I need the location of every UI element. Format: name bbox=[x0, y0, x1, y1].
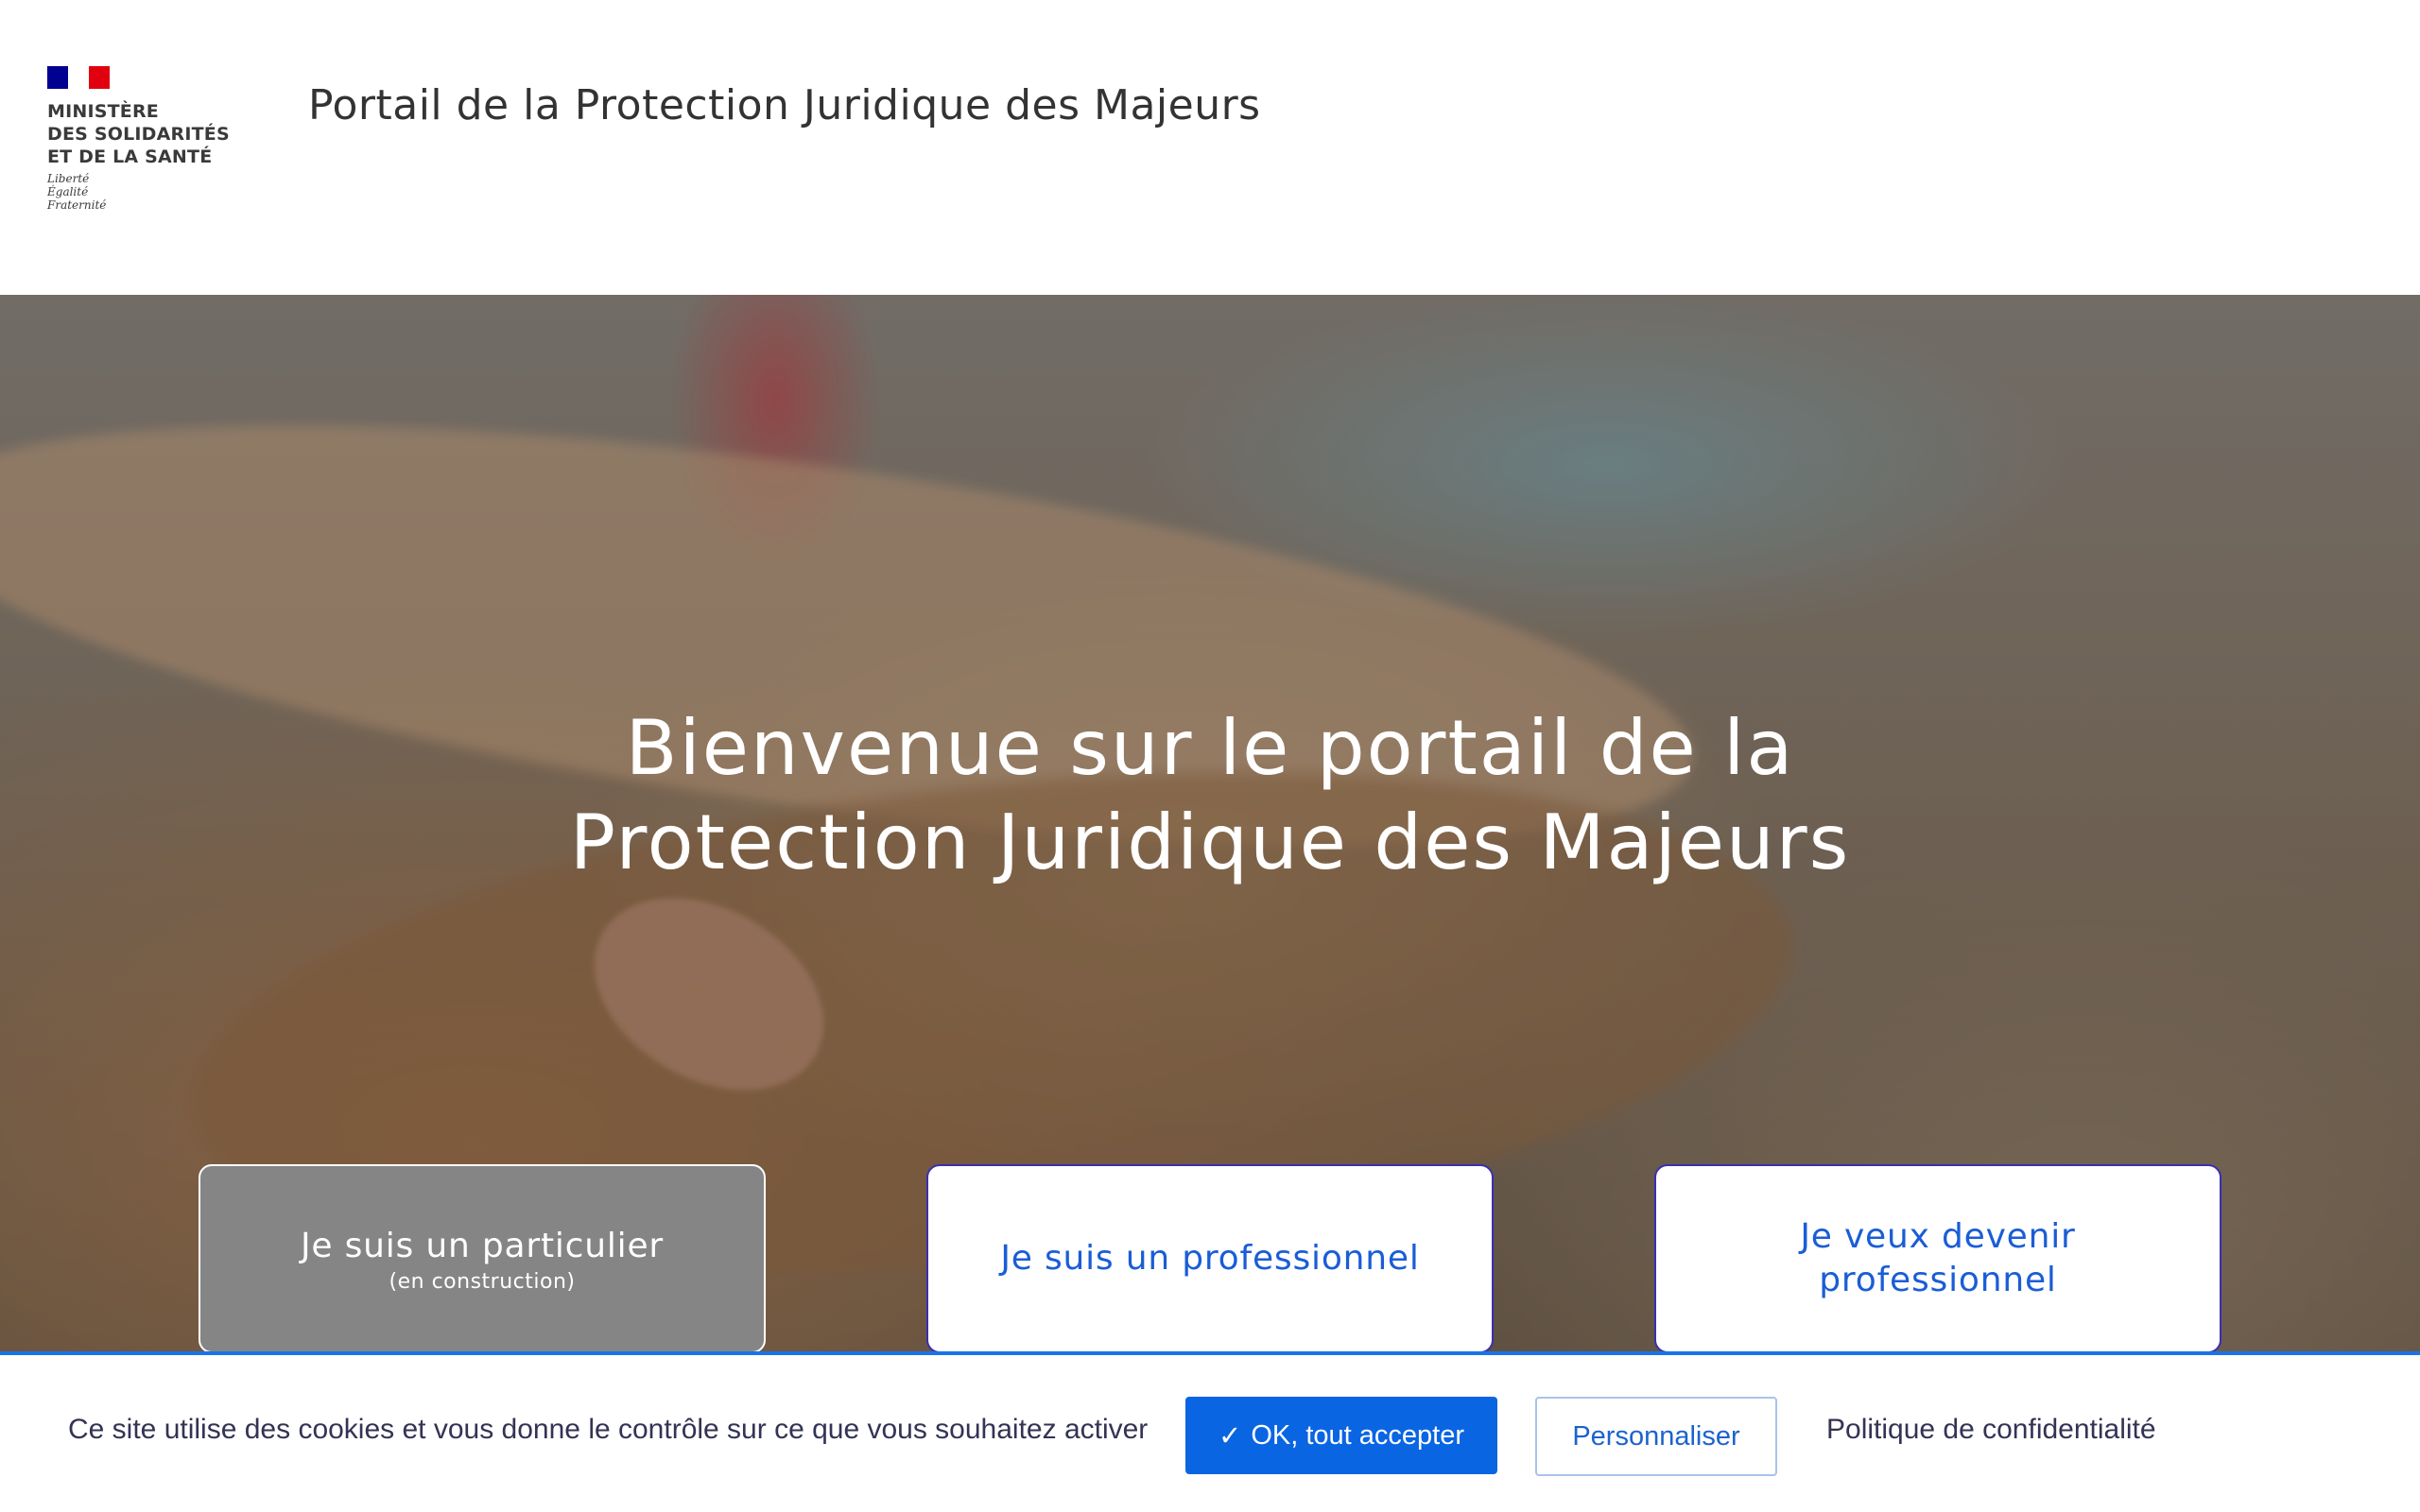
check-icon: ✓ bbox=[1219, 1420, 1242, 1452]
accept-all-button[interactable]: ✓ OK, tout accepter bbox=[1185, 1397, 1497, 1474]
hero-banner: Bienvenue sur le portail de la Protectio… bbox=[0, 295, 2420, 1512]
ministry-logo[interactable]: MINISTÈRE DES SOLIDARITÉS ET DE LA SANTÉ… bbox=[47, 66, 251, 222]
hero-title-line: Bienvenue sur le portail de la bbox=[625, 704, 1795, 792]
ministry-name: MINISTÈRE DES SOLIDARITÉS ET DE LA SANTÉ bbox=[47, 101, 230, 167]
hero-title-line: Protection Juridique des Majeurs bbox=[569, 799, 1851, 886]
cookie-message: Ce site utilise des cookies et vous donn… bbox=[68, 1414, 1149, 1445]
cookie-banner: Ce site utilise des cookies et vous donn… bbox=[0, 1351, 2420, 1512]
customize-button[interactable]: Personnaliser bbox=[1535, 1397, 1777, 1476]
devenir-professionnel-card[interactable]: Je veux devenir professionnel bbox=[1654, 1164, 2221, 1353]
republic-motto: Liberté Égalité Fraternité bbox=[47, 172, 107, 212]
privacy-policy-link[interactable]: Politique de confidentialité bbox=[1826, 1414, 2156, 1446]
hero-title: Bienvenue sur le portail de la Protectio… bbox=[265, 701, 2155, 890]
card-label-line: professionnel bbox=[1819, 1261, 2057, 1299]
professionnel-card[interactable]: Je suis un professionnel bbox=[926, 1164, 1494, 1353]
card-label: Je suis un professionnel bbox=[1000, 1239, 1420, 1278]
accept-all-label: OK, tout accepter bbox=[1251, 1419, 1464, 1451]
site-title[interactable]: Portail de la Protection Juridique des M… bbox=[308, 81, 1261, 129]
card-label: Je suis un particulier bbox=[300, 1226, 665, 1265]
card-sublabel: (en construction) bbox=[389, 1269, 576, 1294]
particulier-card[interactable]: Je suis un particulier (en construction) bbox=[199, 1164, 766, 1353]
card-label-line: Je veux devenir bbox=[1800, 1217, 2076, 1256]
french-flag-icon bbox=[47, 66, 110, 89]
site-header: MINISTÈRE DES SOLIDARITÉS ET DE LA SANTÉ… bbox=[0, 0, 2420, 295]
